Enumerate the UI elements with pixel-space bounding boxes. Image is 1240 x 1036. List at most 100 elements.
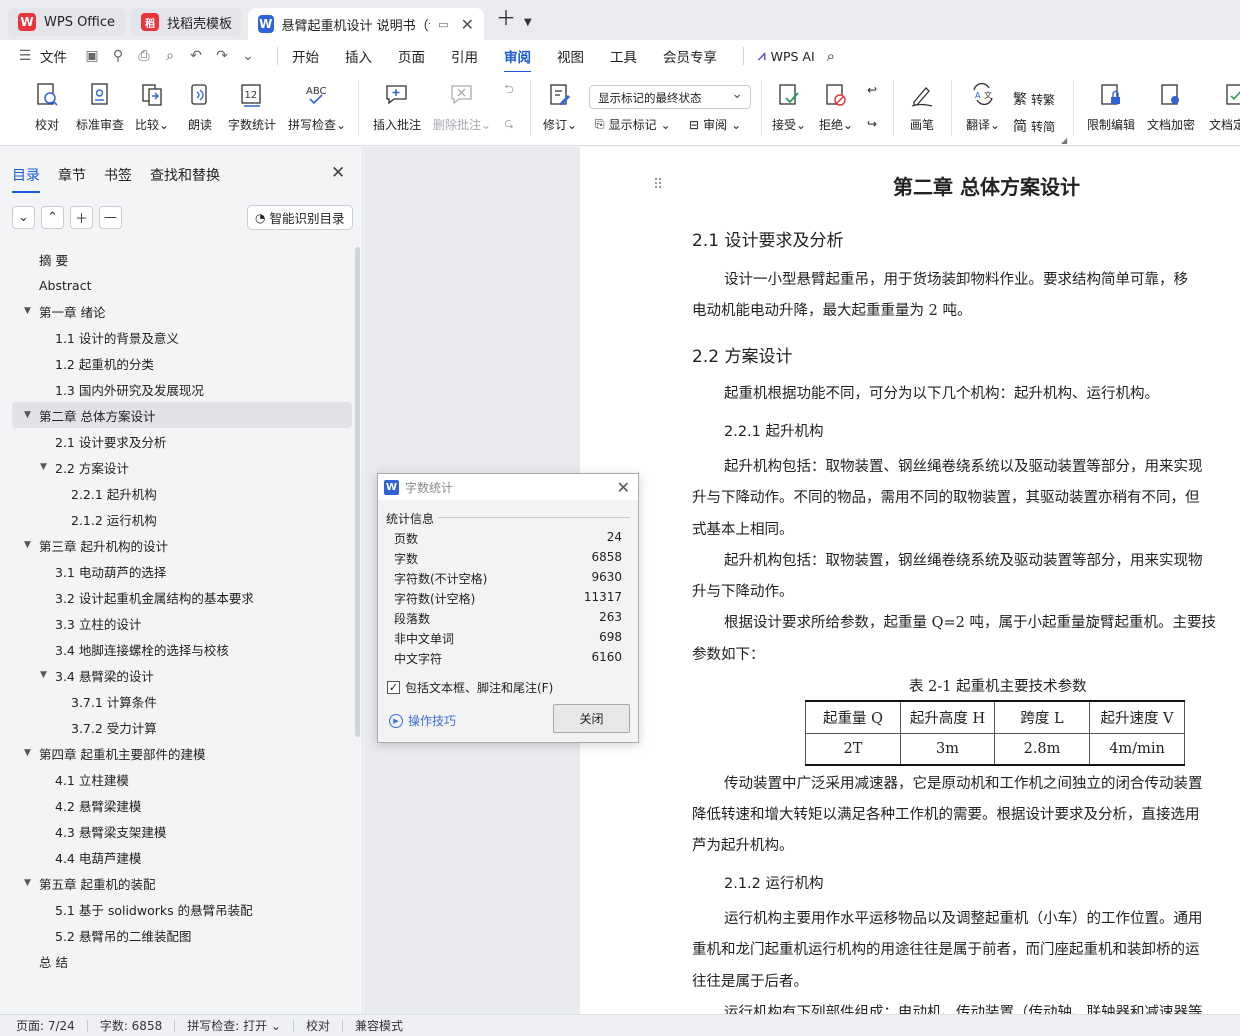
nav-tab-sections[interactable]: 章节 xyxy=(58,165,86,185)
word-count-button[interactable]: 12 字数统计 xyxy=(227,80,277,133)
close-icon[interactable]: ✕ xyxy=(331,163,345,183)
document-finalize-button[interactable]: 文档定 xyxy=(1205,80,1240,133)
document-page[interactable]: ⠿ 第二章 总体方案设计 2.1 设计要求及分析 设计一小型悬臂起重吊，用于货场… xyxy=(580,147,1240,1014)
print-preview-icon[interactable]: ⌕ xyxy=(159,48,181,64)
tab-document[interactable]: W 悬臂起重机设计 说明书（论文 ▭ ✕ xyxy=(248,8,485,40)
tab-wps-office[interactable]: W WPS Office xyxy=(8,8,126,36)
undo-icon[interactable]: ↶ xyxy=(185,48,207,64)
standard-review-button[interactable]: 标准审查 xyxy=(74,80,126,133)
toc-item[interactable]: Abstract xyxy=(12,272,352,298)
nav-tab-bookmarks[interactable]: 书签 xyxy=(104,165,132,185)
menu-page[interactable]: 页面 xyxy=(398,46,425,66)
menu-view[interactable]: 视图 xyxy=(557,46,584,66)
toc-item[interactable]: 3.7.2 受力计算 xyxy=(12,714,352,740)
review-pane-button[interactable]: ⊟ 审阅 ⌄ xyxy=(689,116,741,133)
close-icon[interactable]: ✕ xyxy=(617,478,630,497)
translate-button[interactable]: A文 翻译⌄ xyxy=(964,80,1002,133)
reject-button[interactable]: 拒绝⌄ xyxy=(817,80,855,133)
monitor-icon[interactable]: ▭ xyxy=(438,18,448,31)
toc-item[interactable]: 2.2.1 起升机构 xyxy=(12,480,352,506)
toc-item[interactable]: 5.2 悬臂吊的二维装配图 xyxy=(12,922,352,948)
toc-item[interactable]: ▼ 3.4 悬臂梁的设计 xyxy=(12,662,352,688)
to-traditional-button[interactable]: 繁转繁 xyxy=(1013,89,1055,109)
toc-item[interactable]: 1.1 设计的背景及意义 xyxy=(12,324,352,350)
word-count-indicator[interactable]: 字数: 6858 xyxy=(100,1017,162,1034)
accept-button[interactable]: 接受⌄ xyxy=(770,80,808,133)
toc-item[interactable]: 3.4 地脚连接螺栓的选择与校核 xyxy=(12,636,352,662)
smart-toc-button[interactable]: ◔ 智能识别目录 xyxy=(247,205,353,230)
close-icon[interactable]: ✕ xyxy=(461,15,474,34)
expand-icon[interactable]: ⌃ xyxy=(41,206,64,229)
menu-tools[interactable]: 工具 xyxy=(610,46,637,66)
toc-item[interactable]: ▼ 第三章 起升机构的设计 xyxy=(12,532,352,558)
show-markup-button[interactable]: ⎘ 显示标记 ⌄ xyxy=(595,116,671,133)
toc-item[interactable]: 2.1 设计要求及分析 xyxy=(12,428,352,454)
toc-item[interactable]: 5.1 基于 solidworks 的悬臂吊装配 xyxy=(12,896,352,922)
hamburger-icon[interactable]: ☰ xyxy=(14,48,36,64)
toc-item[interactable]: 1.3 国内外研究及发展现况 xyxy=(12,376,352,402)
menu-review[interactable]: 审阅 xyxy=(504,46,531,73)
expand-arrow-icon[interactable]: ▼ xyxy=(40,462,47,472)
toc-item[interactable]: 4.1 立柱建模 xyxy=(12,766,352,792)
proof-button[interactable]: 校对 xyxy=(30,80,64,133)
page-indicator[interactable]: 页面: 7/24 xyxy=(16,1017,75,1034)
menu-start[interactable]: 开始 xyxy=(292,46,319,66)
toc-item[interactable]: 3.3 立柱的设计 xyxy=(12,610,352,636)
proof-status[interactable]: 校对 xyxy=(306,1017,330,1034)
expand-arrow-icon[interactable]: ▼ xyxy=(24,878,31,888)
expand-arrow-icon[interactable]: ▼ xyxy=(40,670,47,680)
chevron-down-icon[interactable]: ▼ xyxy=(524,17,532,28)
toc-item[interactable]: 3.2 设计起重机金属结构的基本要求 xyxy=(12,584,352,610)
include-textbox-checkbox[interactable]: ✓ 包括文本框、脚注和尾注(F) xyxy=(387,679,553,696)
search-icon[interactable]: ⌕ xyxy=(827,47,835,65)
compare-button[interactable]: 比较⌄ xyxy=(135,80,169,133)
read-aloud-button[interactable]: 朗读 xyxy=(185,80,215,133)
tips-link[interactable]: ▶ 操作技巧 xyxy=(389,712,456,729)
insert-comment-button[interactable]: 插入批注 xyxy=(372,80,422,133)
restrict-edit-button[interactable]: 限制编辑 xyxy=(1085,80,1137,133)
toc-item[interactable]: 总 结 xyxy=(12,948,352,974)
toc-item[interactable]: 3.1 电动葫芦的选择 xyxy=(12,558,352,584)
revise-button[interactable]: 修订⌄ xyxy=(541,80,579,133)
menu-member[interactable]: 会员专享 xyxy=(663,46,717,66)
toc-item[interactable]: 摘 要 xyxy=(12,246,352,272)
scrollbar[interactable] xyxy=(355,247,360,737)
nav-tab-find-replace[interactable]: 查找和替换 xyxy=(150,165,220,185)
toc-item[interactable]: 2.1.2 运行机构 xyxy=(12,506,352,532)
toc-item[interactable]: 1.2 起重机的分类 xyxy=(12,350,352,376)
next-comment-button[interactable]: ⮎ xyxy=(498,114,520,134)
save-icon[interactable]: ▣ xyxy=(81,48,103,64)
expand-arrow-icon[interactable]: ▼ xyxy=(24,540,31,550)
share-icon[interactable]: ⚲ xyxy=(107,48,129,64)
expand-arrow-icon[interactable]: ▼ xyxy=(24,306,31,316)
menu-insert[interactable]: 插入 xyxy=(345,46,372,66)
toc-item[interactable]: ▼ 第五章 起重机的装配 xyxy=(12,870,352,896)
spell-check-status[interactable]: 拼写检查: 打开 ⌄ xyxy=(187,1017,281,1034)
redo-icon[interactable]: ↷ xyxy=(211,48,233,64)
prev-change-button[interactable]: ↩ xyxy=(861,80,883,100)
markup-display-select[interactable]: 显示标记的最终状态 xyxy=(589,85,751,109)
toc-item[interactable]: 4.3 悬臂梁支架建模 xyxy=(12,818,352,844)
toc-item[interactable]: 4.2 悬臂梁建模 xyxy=(12,792,352,818)
toc-item[interactable]: 3.7.1 计算条件 xyxy=(12,688,352,714)
checkbox-checked-icon[interactable]: ✓ xyxy=(387,681,400,694)
pen-button[interactable]: 画笔 xyxy=(905,80,939,133)
prev-comment-button[interactable]: ⮌ xyxy=(498,80,520,100)
remove-icon[interactable]: — xyxy=(99,206,122,229)
nav-tab-toc[interactable]: 目录 xyxy=(12,165,40,193)
menu-wps-ai[interactable]: WPS AI xyxy=(771,49,815,64)
new-tab-icon[interactable]: ＋ xyxy=(496,2,516,31)
chevron-down-icon[interactable]: ⌄ xyxy=(237,48,259,64)
menu-file[interactable]: 文件 xyxy=(40,46,67,66)
to-simplified-button[interactable]: 简转简 xyxy=(1013,116,1055,136)
collapse-icon[interactable]: ⌄ xyxy=(12,206,35,229)
toc-item[interactable]: ▼ 第四章 起重机主要部件的建模 xyxy=(12,740,352,766)
menu-reference[interactable]: 引用 xyxy=(451,46,478,66)
drag-handle-icon[interactable]: ⠿ xyxy=(653,177,663,193)
toc-item[interactable]: ▼ 第二章 总体方案设计 xyxy=(12,402,352,428)
expand-arrow-icon[interactable]: ▼ xyxy=(24,410,31,420)
print-icon[interactable]: ⎙ xyxy=(133,48,155,64)
ribbon-expand-icon[interactable]: ◢ xyxy=(1061,136,1067,145)
delete-comment-button[interactable]: 删除批注⌄ xyxy=(432,80,492,133)
expand-arrow-icon[interactable]: ▼ xyxy=(24,748,31,758)
